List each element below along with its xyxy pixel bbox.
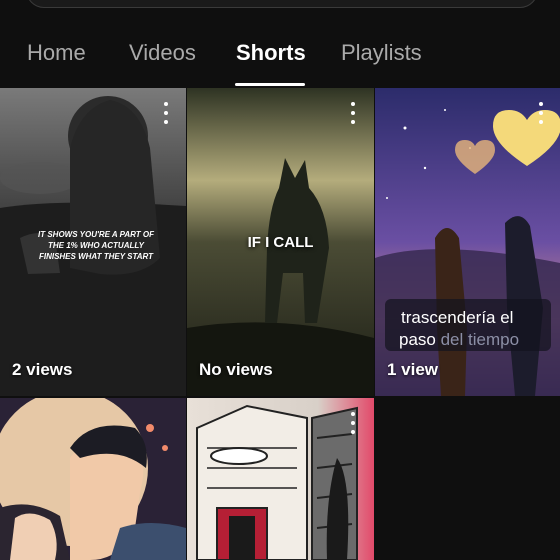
tab-playlists[interactable]: Playlists [341, 40, 422, 66]
short-tile-5[interactable] [187, 398, 374, 560]
caption-line-1: trascendería el [401, 308, 514, 327]
short-tile-2[interactable]: IF I CALL No views [187, 88, 374, 396]
more-vert-icon[interactable] [344, 102, 362, 124]
active-tab-indicator [235, 83, 305, 86]
more-vert-icon[interactable] [344, 412, 362, 434]
search-bar[interactable] [26, 0, 538, 8]
short-tile-1[interactable]: IT SHOWS YOU'RE A PART OF THE 1% WHO ACT… [0, 88, 186, 396]
channel-tabs: Home Videos Shorts Playlists [0, 30, 560, 86]
tab-home[interactable]: Home [27, 40, 86, 66]
caption-line-2: paso del tiempo [399, 330, 520, 349]
more-vert-icon[interactable] [532, 102, 550, 124]
tab-videos[interactable]: Videos [129, 40, 196, 66]
short-tile-3[interactable]: trascendería el paso del tiempo 1 view [375, 88, 560, 396]
tab-shorts[interactable]: Shorts [236, 40, 306, 66]
short-thumbnail-4 [0, 398, 186, 560]
short-overlay-text-2: IF I CALL [247, 234, 314, 251]
view-count: 1 view [387, 360, 439, 379]
short-overlay-text-1: IT SHOWS YOU'RE A PART OF THE 1% WHO ACT… [38, 230, 154, 261]
view-count: 2 views [12, 360, 73, 379]
more-vert-icon[interactable] [157, 102, 175, 124]
short-tile-4[interactable] [0, 398, 186, 560]
view-count: No views [199, 360, 273, 379]
